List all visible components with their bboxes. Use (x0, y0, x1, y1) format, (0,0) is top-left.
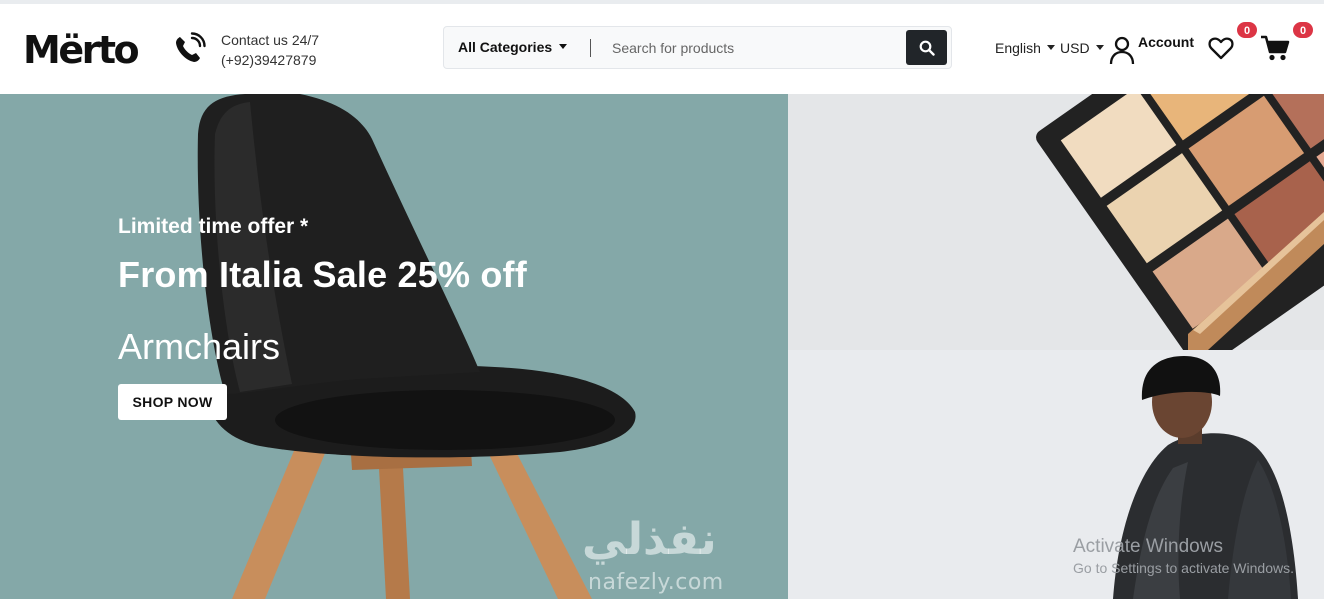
windows-activation-overlay: Activate Windows Go to Settings to activ… (1073, 536, 1294, 576)
makeup-palette-image (788, 94, 1324, 350)
language-selector[interactable]: English (995, 40, 1055, 56)
search-input[interactable] (612, 33, 902, 62)
category-dropdown-label: All Categories (458, 39, 553, 55)
wishlist-count-badge: 0 (1236, 21, 1258, 39)
wishlist-button[interactable]: 0 (1207, 21, 1258, 62)
chevron-down-icon (559, 43, 568, 49)
category-dropdown[interactable]: All Categories (458, 27, 568, 68)
chevron-down-icon (1095, 44, 1104, 50)
activation-subtitle: Go to Settings to activate Windows. (1073, 560, 1294, 576)
currency-label: USD (1060, 40, 1090, 56)
site-header: Mërto Contact us 24/7 (+92)39427879 All … (0, 4, 1324, 94)
search-icon (919, 40, 935, 56)
contact-text: Contact us 24/7 (+92)39427879 (221, 30, 371, 70)
contact-phone[interactable]: (+92)39427879 (221, 50, 371, 70)
phone-icon (176, 32, 206, 62)
user-icon (1109, 36, 1135, 65)
cart-icon (1261, 35, 1290, 61)
chevron-down-icon (1046, 44, 1055, 50)
cart-button[interactable]: 0 (1260, 21, 1314, 62)
account-label: Account (1138, 34, 1194, 50)
activation-title: Activate Windows (1073, 536, 1223, 557)
watermark-arabic: نفذلي (582, 514, 717, 565)
language-label: English (995, 40, 1041, 56)
cart-count-badge: 0 (1292, 21, 1314, 39)
makeup-promo-banner[interactable] (788, 94, 1324, 350)
hero-subtitle: Armchairs (118, 326, 281, 367)
contact-label: Contact us 24/7 (221, 32, 320, 48)
hero-headline: From Italia Sale 25% off (118, 254, 527, 295)
divider (590, 39, 591, 57)
watermark-latin: nafezly.com (588, 570, 724, 595)
shop-now-button[interactable]: SHOP NOW (118, 384, 227, 420)
search-bar: All Categories (443, 26, 952, 69)
hero-banner[interactable]: Limited time offer * From Italia Sale 25… (0, 94, 788, 599)
search-button[interactable] (906, 30, 947, 65)
heart-icon (1208, 37, 1234, 60)
currency-selector[interactable]: USD (1060, 40, 1104, 56)
site-logo[interactable]: Mërto (23, 28, 140, 72)
hero-eyebrow: Limited time offer * (118, 215, 309, 238)
